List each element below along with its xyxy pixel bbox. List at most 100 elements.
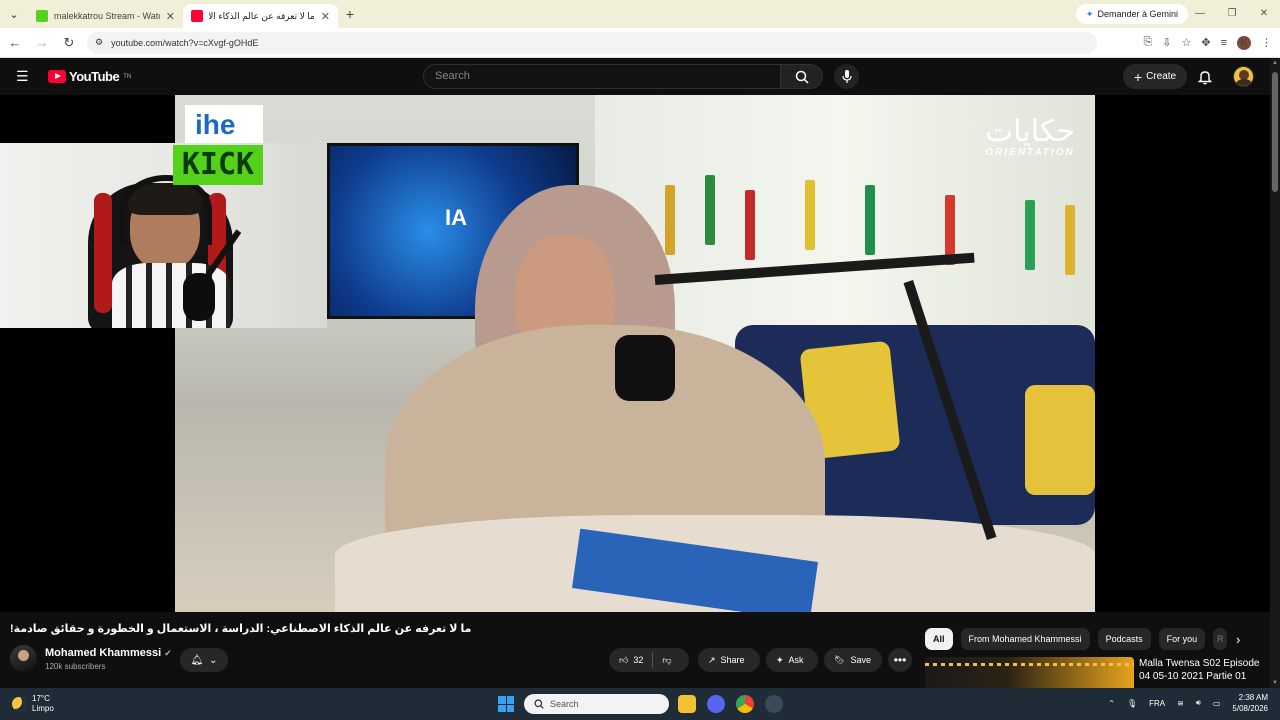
subscription-bell-button[interactable]: 🔔︎ ⌄ bbox=[180, 648, 228, 672]
reload-icon[interactable]: ↻ bbox=[57, 35, 81, 51]
minimize-icon[interactable]: — bbox=[1184, 0, 1216, 28]
tab-youtube-video[interactable]: ما لا تعرفه عن عالم الذكاء الاصط ✕ bbox=[183, 4, 338, 28]
discord-icon[interactable] bbox=[707, 695, 725, 713]
language-indicator[interactable]: FRA bbox=[1149, 699, 1165, 708]
system-tray: ⌃ 🎙︎ FRA ≋ 🔊︎ ▭ 2:38 AM 5/08/2026 bbox=[1108, 692, 1268, 714]
like-dislike-group: 👍︎ 32 👎︎ bbox=[609, 648, 689, 672]
video-title: ما لا تعرفه عن عالم الذكاء الاصطناعي: ال… bbox=[10, 623, 472, 635]
more-actions-button[interactable]: ••• bbox=[888, 648, 912, 672]
tab-title: malekkatrou Stream - Watch L bbox=[54, 11, 160, 21]
create-label: Create bbox=[1146, 71, 1177, 82]
wifi-icon[interactable]: ≋ bbox=[1177, 699, 1184, 708]
maximize-icon[interactable]: ❐ bbox=[1216, 0, 1248, 28]
chip-related[interactable]: R bbox=[1213, 628, 1228, 650]
bookmark-star-icon[interactable]: ☆ bbox=[1181, 36, 1191, 49]
scrollbar-thumb[interactable] bbox=[1272, 72, 1278, 192]
windows-taskbar: 17°C Limpo Search ⌃ 🎙︎ FRA ≋ 🔊︎ ▭ 2:38 A… bbox=[0, 688, 1280, 720]
hamburger-menu-icon[interactable]: ☰ bbox=[16, 69, 30, 83]
clock-date: 5/08/2026 bbox=[1232, 704, 1268, 713]
dislike-button[interactable]: 👎︎ bbox=[662, 655, 671, 666]
url-bar[interactable]: ⚙ youtube.com/watch?v=cXvgf-gOHdE bbox=[87, 31, 1097, 54]
volume-icon[interactable]: 🔊︎ bbox=[1196, 698, 1201, 708]
notifications-button[interactable] bbox=[1195, 67, 1215, 87]
browser-menu-icon[interactable]: ⋮ bbox=[1261, 36, 1272, 49]
recommended-title[interactable]: Malla Twensa S02 Episode 04 05-10 2021 P… bbox=[1139, 657, 1267, 683]
file-explorer-icon[interactable] bbox=[678, 695, 696, 713]
yellow-pillow bbox=[1025, 385, 1095, 495]
extensions-icon[interactable]: ✥ bbox=[1201, 36, 1210, 49]
voice-search-button[interactable] bbox=[834, 64, 859, 89]
more-horizontal-icon: ••• bbox=[893, 653, 907, 667]
subscriber-count: 120k subscribers bbox=[45, 662, 106, 671]
new-tab-button[interactable]: + bbox=[338, 6, 362, 22]
chip-for-you[interactable]: For you bbox=[1158, 628, 1206, 650]
flags-background bbox=[645, 155, 1085, 275]
battery-icon[interactable]: ▭ bbox=[1213, 699, 1221, 708]
brand-watermark: حكايات ORIENTATION bbox=[985, 114, 1075, 159]
channel-name-text: Mohamed Khammessi bbox=[45, 647, 162, 659]
weather-widget[interactable]: 17°C Limpo bbox=[12, 694, 54, 714]
scroll-up-icon[interactable]: ▲ bbox=[1271, 60, 1279, 66]
chevron-up-icon[interactable]: ⌃ bbox=[1108, 699, 1115, 708]
weather-condition: Limpo bbox=[32, 704, 54, 713]
youtube-favicon bbox=[191, 10, 203, 22]
scroll-down-icon[interactable]: ▼ bbox=[1271, 680, 1279, 686]
share-button[interactable]: ↗ Share bbox=[698, 648, 760, 672]
page-scrollbar[interactable]: ▲ ▼ bbox=[1270, 58, 1280, 688]
chip-all[interactable]: All bbox=[925, 628, 953, 650]
bell-icon bbox=[1198, 70, 1212, 84]
streamer-microphone bbox=[183, 273, 215, 321]
profile-avatar[interactable]: K bbox=[1237, 35, 1251, 50]
chip-podcasts[interactable]: Podcasts bbox=[1097, 628, 1151, 650]
windows-start-icon[interactable] bbox=[498, 696, 514, 712]
youtube-logo[interactable]: YouTube TN bbox=[48, 69, 131, 84]
tab-search-button[interactable]: ⌄ bbox=[0, 0, 28, 28]
site-info-icon[interactable]: ⚙ bbox=[95, 37, 103, 48]
chrome-icon[interactable] bbox=[736, 695, 754, 713]
search-icon bbox=[534, 699, 544, 709]
user-avatar[interactable] bbox=[1233, 66, 1254, 87]
save-button[interactable]: 🔖︎ Save bbox=[824, 648, 882, 672]
taskbar-search[interactable]: Search bbox=[524, 694, 669, 714]
youtube-wordmark: YouTube bbox=[69, 69, 120, 84]
back-icon[interactable]: ← bbox=[3, 35, 27, 50]
settings-icon[interactable] bbox=[765, 695, 783, 713]
clock[interactable]: 2:38 AM 5/08/2026 bbox=[1232, 692, 1268, 714]
video-details: ما لا تعرفه عن عالم الذكاء الاصطناعي: ال… bbox=[0, 612, 1270, 688]
brand-watermark-arabic: حكايات bbox=[985, 114, 1075, 149]
ihe-logo: ihe bbox=[185, 105, 263, 145]
translate-icon[interactable]: ⎘ bbox=[1143, 36, 1152, 49]
ask-label: Ask bbox=[788, 655, 804, 665]
share-label: Share bbox=[720, 655, 745, 665]
like-button[interactable]: 👍︎ bbox=[619, 655, 628, 666]
sparkle-icon: ✦ bbox=[776, 654, 784, 665]
install-icon[interactable]: ⇩ bbox=[1162, 36, 1171, 49]
ask-button[interactable]: ✦ Ask bbox=[766, 648, 818, 672]
video-player[interactable]: IA ihe حكايات ORIENTATION KICK bbox=[0, 95, 1270, 612]
search-input[interactable]: Search bbox=[423, 64, 781, 89]
create-button[interactable]: + Create bbox=[1123, 64, 1187, 89]
channel-name[interactable]: Mohamed Khammessi ✔ bbox=[45, 647, 172, 659]
chevron-right-icon[interactable]: › bbox=[1236, 632, 1240, 647]
close-tab-icon[interactable]: ✕ bbox=[166, 10, 175, 23]
microphone-icon bbox=[841, 69, 852, 83]
recommended-thumbnail[interactable] bbox=[925, 657, 1134, 688]
tray-microphone-icon[interactable]: 🎙︎ bbox=[1127, 699, 1137, 708]
forward-icon[interactable]: → bbox=[30, 35, 54, 50]
gemini-label: Demander à Gemini bbox=[1097, 9, 1178, 19]
brand-watermark-latin: ORIENTATION bbox=[985, 147, 1075, 158]
streamer-webcam-overlay: KICK bbox=[0, 143, 327, 328]
reading-list-icon[interactable]: ≡ bbox=[1221, 37, 1227, 49]
channel-avatar[interactable] bbox=[10, 645, 37, 672]
gemini-sparkle-icon: ✦ bbox=[1085, 8, 1094, 19]
tab-kick-stream[interactable]: malekkatrou Stream - Watch L ✕ bbox=[28, 4, 183, 28]
close-tab-icon[interactable]: ✕ bbox=[321, 10, 330, 23]
plus-icon: + bbox=[1133, 68, 1143, 85]
search-icon bbox=[795, 70, 809, 84]
chip-from-channel[interactable]: From Mohamed Khammessi bbox=[960, 628, 1090, 650]
moon-icon bbox=[12, 697, 26, 711]
close-window-icon[interactable]: ✕ bbox=[1248, 0, 1280, 28]
podcast-microphone bbox=[615, 335, 675, 401]
gemini-button[interactable]: ✦ Demander à Gemini bbox=[1075, 4, 1188, 24]
search-button[interactable] bbox=[781, 64, 823, 89]
